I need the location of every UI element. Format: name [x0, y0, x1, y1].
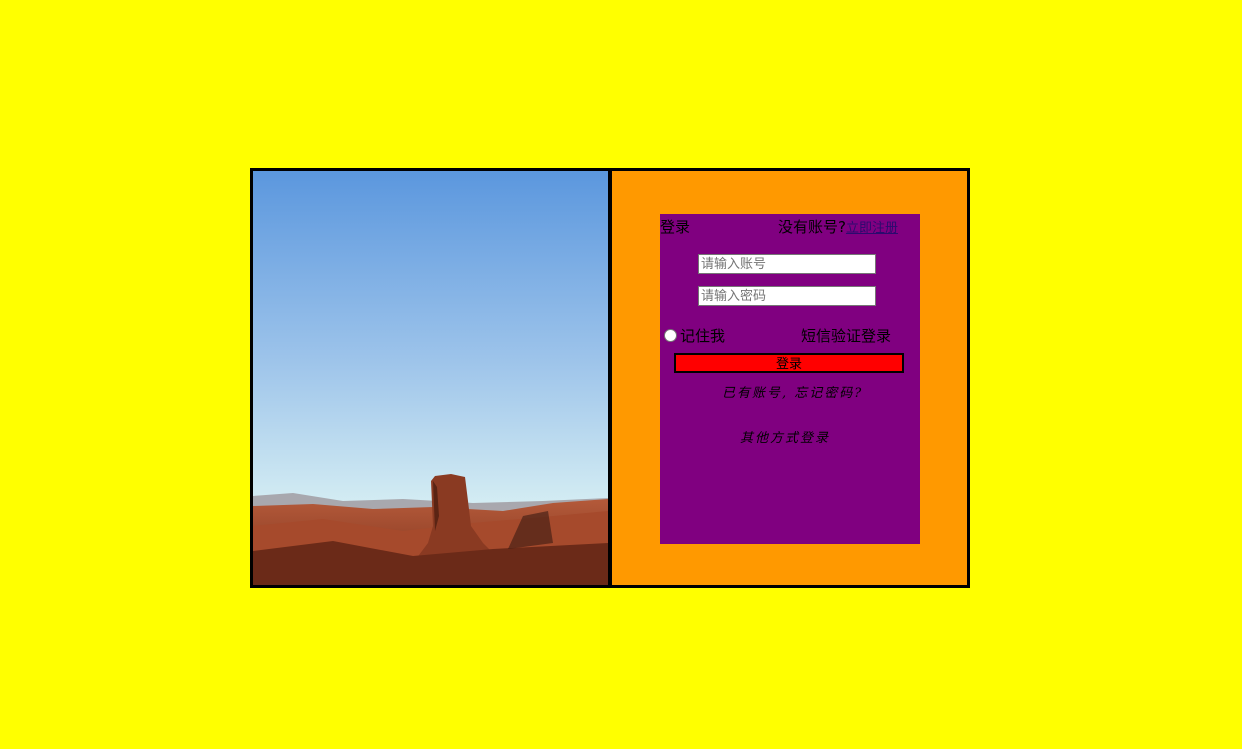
- login-button[interactable]: 登录: [674, 353, 904, 373]
- desert-butte-landscape-image: [253, 171, 608, 585]
- remember-me[interactable]: 记住我: [664, 325, 725, 346]
- hero-image-frame: [250, 168, 611, 588]
- forgot-password-link[interactable]: 已有账号, 忘记密码?: [722, 382, 863, 401]
- no-account-text: 没有账号?: [778, 218, 846, 236]
- register-link[interactable]: 立即注册: [846, 221, 898, 236]
- sms-login-link[interactable]: 短信验证登录: [801, 325, 891, 346]
- login-panel: 登录 没有账号?立即注册 记住我 短信验证登录 登录 已有账号, 忘记密码? 其…: [660, 214, 920, 544]
- login-container: 登录 没有账号?立即注册 记住我 短信验证登录 登录 已有账号, 忘记密码? 其…: [250, 168, 970, 588]
- account-input[interactable]: [698, 254, 876, 274]
- login-title: 登录: [660, 218, 691, 236]
- no-account-prompt: 没有账号?立即注册: [778, 216, 898, 237]
- other-login-methods[interactable]: 其他方式登录: [740, 427, 830, 446]
- login-form-area: 登录 没有账号?立即注册 记住我 短信验证登录 登录 已有账号, 忘记密码? 其…: [609, 168, 970, 588]
- password-input[interactable]: [698, 286, 876, 306]
- remember-me-label: 记住我: [680, 327, 726, 345]
- remember-me-radio[interactable]: [664, 329, 677, 342]
